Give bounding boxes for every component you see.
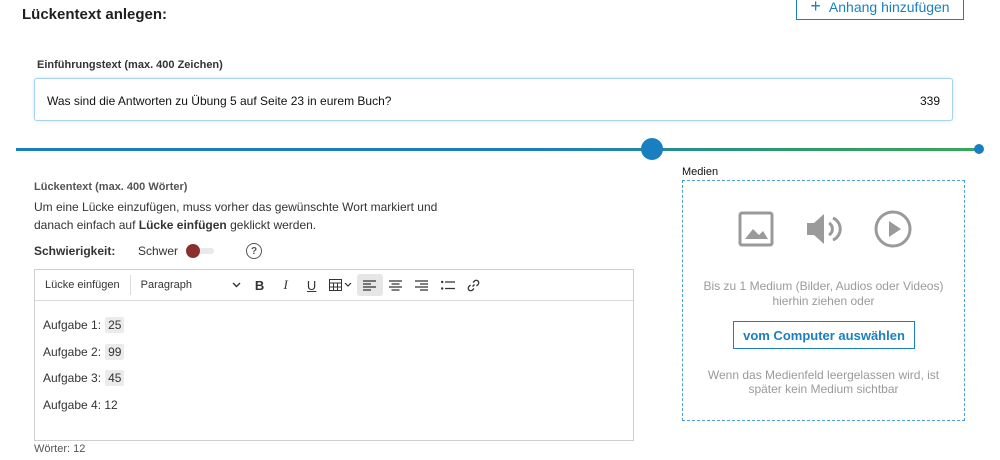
speaker-icon bbox=[805, 212, 843, 251]
word-count: Wörter: 12 bbox=[34, 443, 86, 455]
list-item: Aufgabe 3: 45 bbox=[43, 365, 125, 392]
cloze-gap[interactable]: 25 bbox=[105, 317, 125, 334]
format-dropdown-value: Paragraph bbox=[140, 279, 192, 291]
format-dropdown[interactable]: Paragraph bbox=[135, 270, 247, 300]
align-right-icon[interactable] bbox=[409, 270, 435, 300]
character-counter: 339 bbox=[919, 94, 940, 108]
help-icon[interactable]: ? bbox=[246, 243, 262, 259]
empty-media-hint: Wenn das Medienfeld leergelassen wird, i… bbox=[707, 368, 940, 396]
line-prefix: Aufgabe 4: 12 bbox=[43, 397, 118, 412]
insert-gap-wrapper: Lücke einfügen bbox=[35, 270, 131, 300]
difficulty-label: Schwierigkeit: bbox=[34, 244, 116, 258]
cloze-gap[interactable]: 45 bbox=[105, 370, 125, 387]
italic-button[interactable]: I bbox=[273, 270, 299, 300]
cloze-text-label: Lückentext (max. 400 Wörter) bbox=[34, 181, 188, 193]
editor-content[interactable]: Aufgabe 1: 25 Aufgabe 2: 99 Aufgabe 3: 4… bbox=[43, 312, 125, 419]
line-prefix: Aufgabe 3: bbox=[43, 371, 102, 386]
align-center-icon[interactable] bbox=[383, 270, 409, 300]
cloze-gap[interactable]: 99 bbox=[105, 343, 125, 360]
cloze-editor[interactable]: Lücke einfügen Paragraph B I U Aufgabe 1… bbox=[34, 269, 634, 441]
drop-hint-text: Bis zu 1 Medium (Bilder, Audios oder Vid… bbox=[703, 279, 944, 308]
split-slider[interactable] bbox=[16, 138, 986, 160]
list-item: Aufgabe 1: 25 bbox=[43, 312, 125, 339]
line-prefix: Aufgabe 1: bbox=[43, 318, 102, 333]
list-item: Aufgabe 2: 99 bbox=[43, 339, 125, 366]
add-attachment-label: Anhang hinzufügen bbox=[828, 0, 950, 15]
choose-from-computer-button[interactable]: vom Computer auswählen bbox=[733, 321, 915, 349]
chevron-down-icon bbox=[232, 279, 241, 291]
slider-handle[interactable] bbox=[641, 138, 663, 160]
play-icon bbox=[873, 209, 913, 254]
cloze-help-bold: Lücke einfügen bbox=[138, 218, 227, 232]
align-left-icon[interactable] bbox=[356, 274, 383, 296]
plus-icon: + bbox=[810, 0, 821, 16]
list-item: Aufgabe 4: 12 bbox=[43, 392, 124, 419]
intro-text-value: Was sind die Antworten zu Übung 5 auf Se… bbox=[47, 94, 392, 108]
add-attachment-button[interactable]: + Anhang hinzufügen bbox=[796, 0, 964, 20]
intro-text-label: Einführungstext (max. 400 Zeichen) bbox=[37, 59, 223, 71]
toggle-knob bbox=[186, 244, 200, 258]
media-dropzone[interactable]: Bis zu 1 Medium (Bilder, Audios oder Vid… bbox=[682, 180, 965, 421]
cloze-help-part2: geklickt werden. bbox=[226, 218, 317, 232]
cloze-help-text: Um eine Lücke einzufügen, muss vorher da… bbox=[34, 198, 474, 234]
line-prefix: Aufgabe 2: bbox=[43, 344, 102, 359]
table-icon[interactable] bbox=[325, 270, 357, 300]
difficulty-value: Schwer bbox=[138, 244, 179, 258]
slider-end-marker bbox=[974, 144, 984, 154]
difficulty-toggle[interactable] bbox=[186, 244, 214, 258]
bullet-list-icon[interactable] bbox=[435, 270, 461, 300]
page-title: Lückentext anlegen: bbox=[22, 6, 168, 23]
link-icon[interactable] bbox=[461, 270, 487, 300]
underline-button[interactable]: U bbox=[299, 270, 325, 300]
image-icon bbox=[738, 211, 774, 252]
intro-text-input[interactable]: Was sind die Antworten zu Übung 5 auf Se… bbox=[34, 78, 953, 121]
bold-button[interactable]: B bbox=[247, 270, 273, 300]
media-label: Medien bbox=[682, 166, 719, 178]
editor-toolbar: Lücke einfügen Paragraph B I U bbox=[35, 270, 633, 301]
media-icons bbox=[738, 209, 913, 254]
slider-track bbox=[16, 148, 978, 151]
insert-gap-button[interactable]: Lücke einfügen bbox=[35, 275, 131, 295]
